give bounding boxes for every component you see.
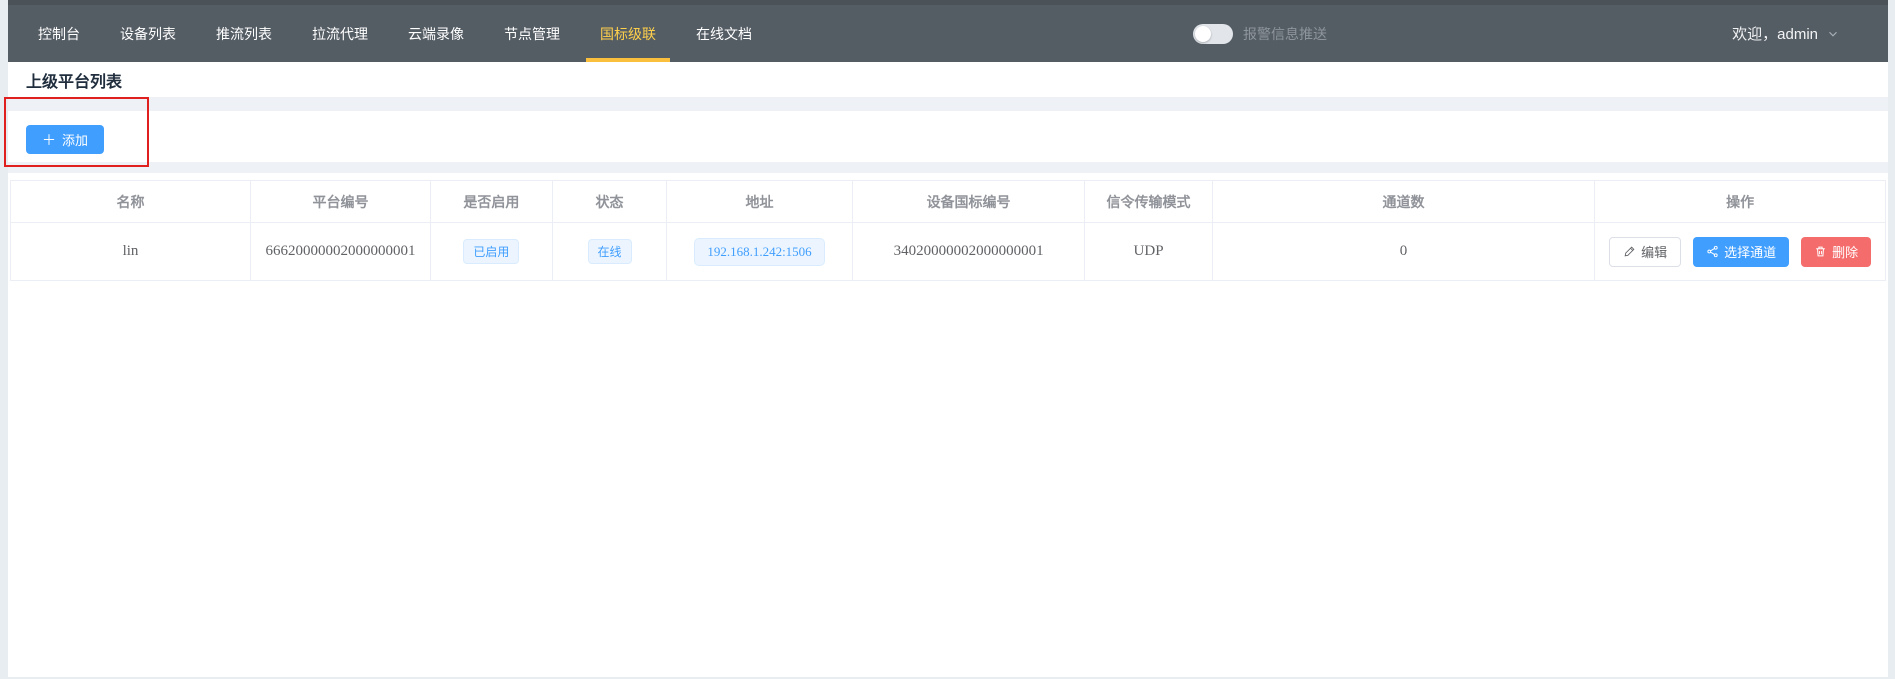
nav-item-online-docs[interactable]: 在线文档 bbox=[676, 5, 772, 62]
page-title: 上级平台列表 bbox=[26, 68, 122, 92]
edit-button-label: 编辑 bbox=[1641, 242, 1667, 261]
cell-channel-count: 0 bbox=[1212, 223, 1595, 281]
cell-platform-id: 66620000002000000001 bbox=[251, 223, 431, 281]
address-tag: 192.168.1.242:1506 bbox=[694, 238, 824, 266]
select-channel-label: 选择通道 bbox=[1724, 242, 1776, 261]
table-header-row: 名称 平台编号 是否启用 状态 地址 设备国标编号 信令传输模式 通道数 操作 bbox=[11, 181, 1886, 223]
col-header-channel-count: 通道数 bbox=[1212, 181, 1595, 223]
page-content: 控制台 设备列表 推流列表 拉流代理 云端录像 节点管理 国标级联 在线文档 报… bbox=[8, 0, 1888, 677]
nav-item-device-list[interactable]: 设备列表 bbox=[100, 5, 196, 62]
toggle-knob bbox=[1195, 26, 1211, 42]
nav-item-gb-cascade-active[interactable]: 国标级联 bbox=[580, 5, 676, 62]
col-header-address: 地址 bbox=[667, 181, 853, 223]
select-channel-button[interactable]: 选择通道 bbox=[1693, 237, 1789, 267]
enabled-badge: 已启用 bbox=[463, 239, 519, 264]
col-header-platform-id: 平台编号 bbox=[251, 181, 431, 223]
nav-item-push-stream-list[interactable]: 推流列表 bbox=[196, 5, 292, 62]
col-header-status: 状态 bbox=[552, 181, 666, 223]
toolbar-card: ＋ 添加 bbox=[8, 111, 1888, 162]
alarm-push-label: 报警信息推送 bbox=[1243, 24, 1327, 44]
platform-table-card: 名称 平台编号 是否启用 状态 地址 设备国标编号 信令传输模式 通道数 操作 … bbox=[8, 173, 1888, 677]
edit-button[interactable]: 编辑 bbox=[1609, 237, 1681, 267]
delete-button-label: 删除 bbox=[1832, 242, 1858, 261]
user-menu[interactable]: 欢迎，admin bbox=[1732, 5, 1840, 62]
col-header-enabled: 是否启用 bbox=[430, 181, 552, 223]
col-header-name: 名称 bbox=[11, 181, 251, 223]
spacer bbox=[8, 162, 1888, 173]
col-header-transport-mode: 信令传输模式 bbox=[1085, 181, 1212, 223]
nav-item-pull-stream-proxy[interactable]: 拉流代理 bbox=[292, 5, 388, 62]
welcome-text: 欢迎，admin bbox=[1732, 23, 1818, 44]
cell-name: lin bbox=[11, 223, 251, 281]
pencil-icon bbox=[1623, 245, 1636, 258]
trash-icon bbox=[1814, 245, 1827, 258]
platform-table: 名称 平台编号 是否启用 状态 地址 设备国标编号 信令传输模式 通道数 操作 … bbox=[10, 180, 1886, 281]
cell-device-gb-id: 34020000002000000001 bbox=[852, 223, 1085, 281]
row-actions: 编辑 选择通道 bbox=[1595, 237, 1885, 267]
add-button-label: 添加 bbox=[62, 130, 88, 149]
share-icon bbox=[1706, 245, 1719, 258]
delete-button[interactable]: 删除 bbox=[1801, 237, 1871, 267]
add-button[interactable]: ＋ 添加 bbox=[26, 125, 104, 154]
cell-transport-mode: UDP bbox=[1085, 223, 1212, 281]
alarm-push-toggle[interactable] bbox=[1193, 24, 1233, 44]
nav-item-console[interactable]: 控制台 bbox=[18, 5, 100, 62]
top-nav: 控制台 设备列表 推流列表 拉流代理 云端录像 节点管理 国标级联 在线文档 报… bbox=[8, 0, 1888, 62]
table-row: lin 66620000002000000001 已启用 在线 192.168.… bbox=[11, 223, 1886, 281]
alarm-push-toggle-group: 报警信息推送 bbox=[1193, 5, 1327, 62]
plus-icon: ＋ bbox=[42, 133, 56, 147]
title-bar: 上级平台列表 bbox=[8, 62, 1888, 97]
chevron-down-icon bbox=[1826, 27, 1840, 41]
nav-item-cloud-recording[interactable]: 云端录像 bbox=[388, 5, 484, 62]
nav-item-node-management[interactable]: 节点管理 bbox=[484, 5, 580, 62]
col-header-operations: 操作 bbox=[1595, 181, 1886, 223]
spacer bbox=[8, 97, 1888, 111]
status-badge: 在线 bbox=[588, 239, 632, 264]
col-header-device-gb-id: 设备国标编号 bbox=[852, 181, 1085, 223]
